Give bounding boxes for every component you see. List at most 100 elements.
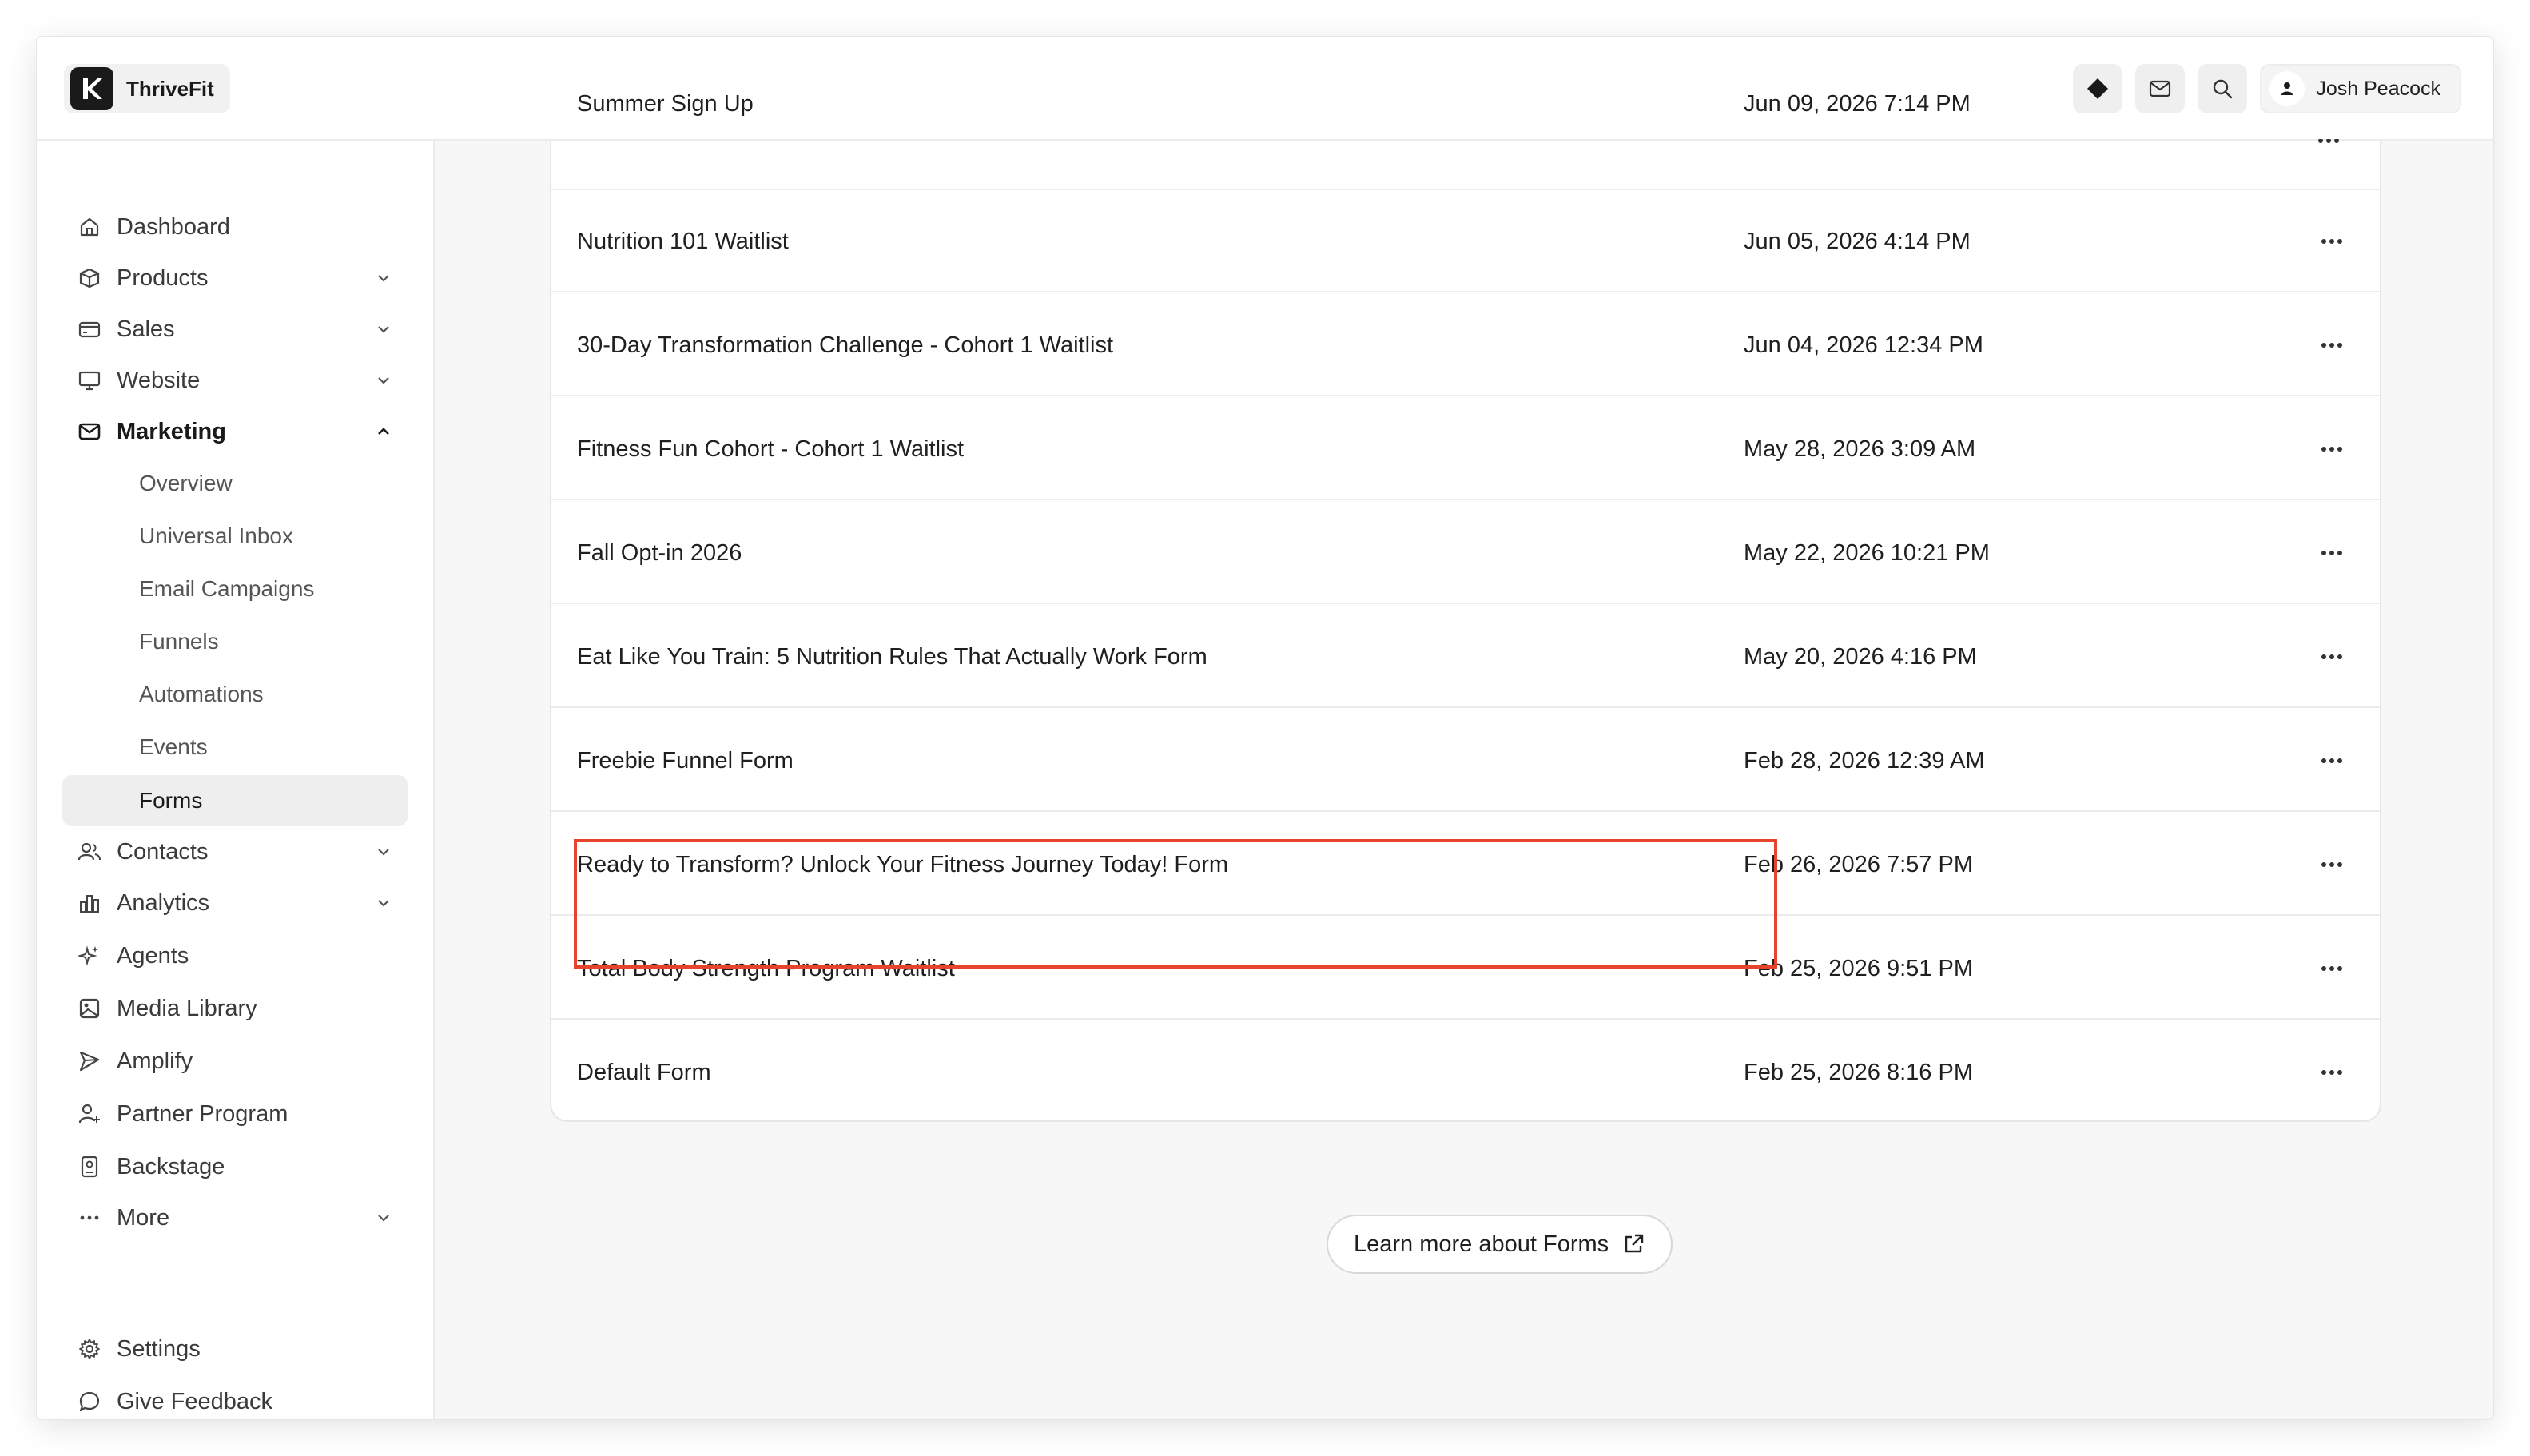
table-row[interactable]: Freebie Funnel Form Feb 28, 2026 12:39 A… <box>551 710 2380 812</box>
form-name[interactable]: Eat Like You Train: 5 Nutrition Rules Th… <box>577 606 1207 708</box>
form-name[interactable]: Total Body Strength Program Waitlist <box>577 917 955 1020</box>
mail-icon <box>2150 80 2171 97</box>
sidebar-item-settings[interactable]: Settings <box>62 1323 408 1374</box>
form-name[interactable]: Freebie Funnel Form <box>577 710 794 812</box>
sidebar-subitem-label: Events <box>139 734 208 759</box>
sidebar-item-backstage[interactable]: Backstage <box>62 1141 408 1192</box>
home-icon <box>80 217 99 237</box>
sidebar-subitem-label: Universal Inbox <box>139 523 293 548</box>
sparkles-icon <box>78 945 98 966</box>
forms-table: Summer Sign Up Jun 09, 2026 7:14 PM Nutr… <box>550 91 2381 1124</box>
sidebar-item-label: Backstage <box>117 1153 225 1180</box>
row-actions-button[interactable] <box>2316 641 2348 673</box>
user-name: Josh Peacock <box>2316 77 2440 100</box>
form-date: Jun 04, 2026 12:34 PM <box>1744 332 1983 358</box>
sidebar: Dashboard Products Sales Website Marketi… <box>37 141 435 1419</box>
sidebar-item-give-feedback[interactable]: Give Feedback <box>62 1376 408 1419</box>
table-row[interactable]: Total Body Strength Program Waitlist Feb… <box>551 917 2380 1020</box>
form-name[interactable]: Default Form <box>577 1021 711 1124</box>
chevron-down-icon <box>378 900 389 907</box>
search-icon <box>2214 79 2233 99</box>
more-horizontal-icon <box>2318 139 2339 143</box>
form-name[interactable]: Summer Sign Up <box>577 53 754 155</box>
chevron-down-icon <box>378 275 389 282</box>
sidebar-item-contacts[interactable]: Contacts <box>62 826 408 877</box>
gear-icon <box>79 1339 100 1359</box>
diamond-icon <box>2087 78 2109 99</box>
sidebar-item-products[interactable]: Products <box>62 253 408 304</box>
sidebar-item-more[interactable]: More <box>62 1192 408 1243</box>
credit-card-icon <box>78 321 101 338</box>
sidebar-subitem-events[interactable]: Events <box>62 722 408 772</box>
users-icon <box>78 842 101 861</box>
form-name[interactable]: Fall Opt-in 2026 <box>577 502 742 604</box>
table-row[interactable]: Default Form Feb 25, 2026 8:16 PM <box>551 1021 2380 1124</box>
sidebar-item-marketing[interactable]: Marketing <box>62 406 408 457</box>
row-actions-button[interactable] <box>2316 537 2348 569</box>
table-row[interactable]: 30-Day Transformation Challenge - Cohort… <box>551 294 2380 396</box>
sidebar-subitem-email-campaigns[interactable]: Email Campaigns <box>62 564 408 614</box>
sidebar-item-label: Amplify <box>117 1048 193 1074</box>
row-actions-button[interactable] <box>2316 225 2348 257</box>
sidebar-subitem-overview[interactable]: Overview <box>62 459 408 508</box>
sidebar-item-amplify[interactable]: Amplify <box>62 1036 408 1087</box>
table-row[interactable]: Summer Sign Up Jun 09, 2026 7:14 PM <box>551 91 2380 190</box>
form-date: May 20, 2026 4:16 PM <box>1744 644 1977 670</box>
more-horizontal-icon <box>2321 447 2342 452</box>
row-actions-button[interactable] <box>2316 1056 2348 1088</box>
sidebar-subitem-forms[interactable]: Forms <box>62 775 408 826</box>
row-actions-button[interactable] <box>2316 953 2348 985</box>
sidebar-item-sales[interactable]: Sales <box>62 304 408 355</box>
sidebar-subitem-funnels[interactable]: Funnels <box>62 617 408 666</box>
mail-icon <box>78 423 101 440</box>
more-horizontal-icon <box>2321 343 2342 348</box>
sidebar-item-website[interactable]: Website <box>62 355 408 406</box>
learn-more-forms-button[interactable]: Learn more about Forms <box>1327 1215 1673 1274</box>
sidebar-subitem-universal-inbox[interactable]: Universal Inbox <box>62 511 408 561</box>
row-actions-button[interactable] <box>2316 849 2348 881</box>
table-row[interactable]: Eat Like You Train: 5 Nutrition Rules Th… <box>551 606 2380 708</box>
table-row[interactable]: Nutrition 101 Waitlist Jun 05, 2026 4:14… <box>551 190 2380 292</box>
sidebar-item-partner-program[interactable]: Partner Program <box>62 1088 408 1140</box>
row-actions-button[interactable] <box>2316 433 2348 465</box>
table-row[interactable]: Ready to Transform? Unlock Your Fitness … <box>551 814 2380 916</box>
app-window: ThriveFit Josh Peacock Dashboard Product… <box>37 37 2493 1419</box>
table-row[interactable]: Fitness Fun Cohort - Cohort 1 Waitlist M… <box>551 398 2380 500</box>
chevron-up-icon <box>378 428 389 435</box>
monitor-icon <box>78 371 101 391</box>
chevron-down-icon <box>378 1215 389 1222</box>
row-actions-button[interactable] <box>2316 745 2348 777</box>
user-plus-icon <box>78 1104 100 1124</box>
sidebar-item-media-library[interactable]: Media Library <box>62 983 408 1034</box>
row-actions-button[interactable] <box>2316 329 2348 361</box>
sidebar-item-analytics[interactable]: Analytics <box>62 877 408 929</box>
form-name[interactable]: Fitness Fun Cohort - Cohort 1 Waitlist <box>577 398 964 500</box>
workspace-name: ThriveFit <box>126 76 214 101</box>
sidebar-item-label: Sales <box>117 316 175 342</box>
sidebar-item-agents[interactable]: Agents <box>62 930 408 981</box>
more-horizontal-icon <box>2321 551 2342 555</box>
form-name[interactable]: Nutrition 101 Waitlist <box>577 190 789 292</box>
sidebar-item-label: Marketing <box>117 418 226 444</box>
table-row[interactable]: Fall Opt-in 2026 May 22, 2026 10:21 PM <box>551 502 2380 604</box>
message-circle-icon <box>79 1391 100 1412</box>
form-date: Jun 05, 2026 4:14 PM <box>1744 229 1971 254</box>
sidebar-item-label: Website <box>117 367 201 393</box>
sidebar-item-dashboard[interactable]: Dashboard <box>62 201 408 253</box>
sidebar-item-label: Analytics <box>117 889 210 916</box>
chevron-down-icon <box>378 849 389 856</box>
bar-chart-icon <box>80 895 99 913</box>
row-actions-button[interactable] <box>2313 139 2345 155</box>
sidebar-subitem-label: Email Campaigns <box>139 576 315 601</box>
sidebar-item-label: Partner Program <box>117 1100 288 1127</box>
ellipsis-icon <box>80 1215 99 1220</box>
form-name[interactable]: 30-Day Transformation Challenge - Cohort… <box>577 294 1113 396</box>
workspace-switcher[interactable]: ThriveFit <box>64 64 230 113</box>
form-name[interactable]: Ready to Transform? Unlock Your Fitness … <box>577 814 1228 916</box>
form-date: Feb 28, 2026 12:39 AM <box>1744 748 1985 774</box>
more-horizontal-icon <box>2321 862 2342 867</box>
sidebar-subitem-label: Funnels <box>139 629 219 654</box>
form-date: Feb 26, 2026 7:57 PM <box>1744 852 1973 877</box>
sidebar-subitem-automations[interactable]: Automations <box>62 670 408 719</box>
brand-logo-icon <box>70 67 113 110</box>
